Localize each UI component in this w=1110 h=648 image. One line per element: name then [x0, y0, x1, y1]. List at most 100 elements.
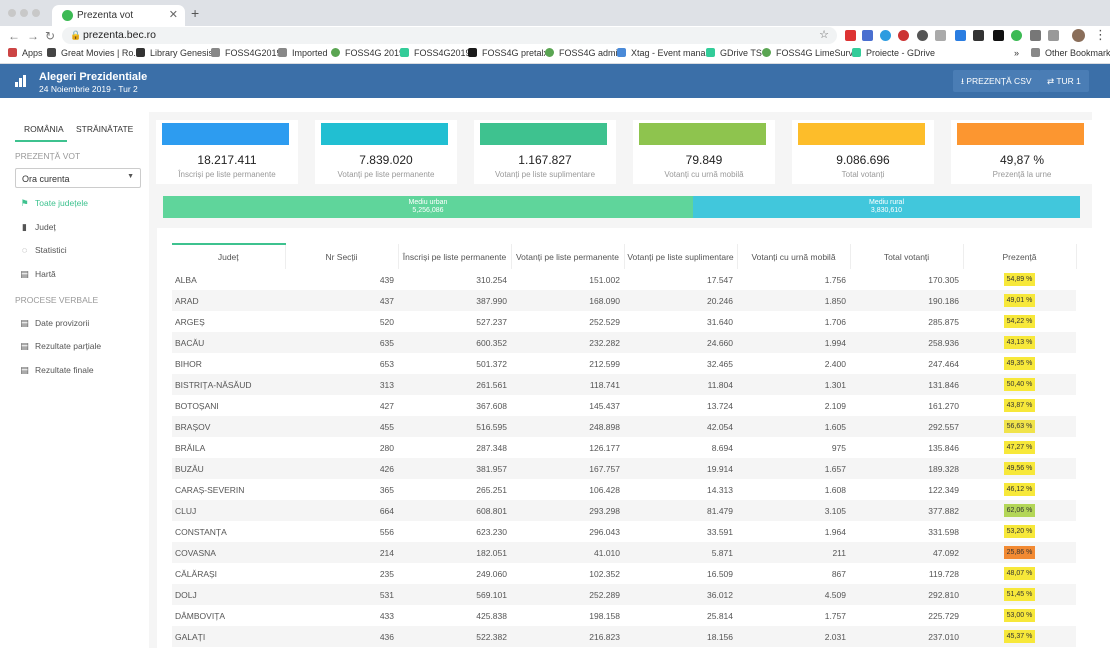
bookmarks-overflow-button[interactable]: » — [1014, 48, 1019, 58]
extension-icon[interactable] — [1030, 30, 1041, 41]
stat-card-registered: 18.217.411 Înscriși pe liste permanente — [156, 120, 298, 184]
table-cell: GALAȚI — [172, 626, 285, 647]
turnout-badge: 43,13 % — [1004, 336, 1035, 349]
bookmark-item[interactable]: GDrive TS — [706, 48, 762, 58]
new-tab-icon[interactable]: + — [191, 5, 199, 21]
back-icon[interactable]: ← — [8, 29, 20, 43]
extension-icon[interactable] — [1011, 30, 1022, 41]
extension-icon[interactable] — [955, 30, 966, 41]
table-row[interactable]: DOLJ 531 569.101 252.289 36.012 4.509 292.810 5… — [172, 584, 1076, 605]
bookmark-item[interactable]: FOSS4G admin — [545, 48, 623, 58]
extension-icon[interactable] — [862, 30, 873, 41]
table-row[interactable]: BUZĂU 426 381.957 167.757 19.914 1.657 189.328… — [172, 458, 1076, 479]
maximize-window-button[interactable] — [32, 9, 40, 17]
extension-icon[interactable] — [898, 30, 909, 41]
browser-tab[interactable]: Prezenta vot ✕ — [52, 5, 185, 26]
column-header-sections[interactable]: Nr Secții — [285, 244, 399, 269]
tab-romania[interactable]: ROMÂNIA — [24, 124, 64, 134]
sidebar-item-final-results[interactable]: ▤ Rezultate finale — [20, 365, 93, 376]
bookmark-item[interactable]: FOSS4G 2019 — [331, 48, 404, 58]
table-cell: 600.352 — [398, 332, 511, 353]
close-window-button[interactable] — [8, 9, 16, 17]
bookmark-item[interactable]: Great Movies | Ro... — [47, 48, 141, 58]
forward-icon[interactable]: → — [27, 29, 39, 43]
bookmark-label: GDrive TS — [720, 48, 762, 58]
column-header-permanent-voters[interactable]: Votanți pe liste permanente — [511, 244, 625, 269]
turnout-cell: 54,22 % — [963, 311, 1076, 332]
bookmark-item[interactable]: FOSS4G pretalx — [468, 48, 548, 58]
time-select[interactable]: Ora curenta ▼ — [15, 168, 141, 188]
export-csv-button[interactable]: ⭳ PREZENȚĂ CSV — [953, 70, 1040, 92]
table-row[interactable]: BISTRIȚA-NĂSĂUD 313 261.561 118.741 11.804 1.… — [172, 374, 1076, 395]
column-header-total-voters[interactable]: Total votanți — [850, 244, 964, 269]
table-cell: BUZĂU — [172, 458, 285, 479]
sidebar-item-all-counties[interactable]: ⚑ Toate județele — [20, 198, 87, 209]
bookmark-item[interactable]: Proiecte - GDrive — [852, 48, 935, 58]
extension-icon[interactable] — [935, 30, 946, 41]
table-row[interactable]: GALAȚI 436 522.382 216.823 18.156 2.031 237.01… — [172, 626, 1076, 647]
table-row[interactable]: ARAD 437 387.990 168.090 20.246 1.850 190.186 4… — [172, 290, 1076, 311]
sidebar-item-partial-results[interactable]: ▤ Rezultate parțiale — [20, 341, 101, 352]
bookmark-item[interactable]: Library Genesis — [136, 48, 213, 58]
other-bookmarks-folder[interactable]: Other Bookmarks — [1031, 48, 1110, 58]
sidebar-item-provisional[interactable]: ▤ Date provizorii — [20, 318, 89, 329]
bookmark-item[interactable]: FOSS4G2019 — [400, 48, 471, 58]
bookmark-star-icon[interactable]: ☆ — [819, 28, 829, 41]
reload-icon[interactable]: ↻ — [45, 29, 55, 43]
table-row[interactable]: DÂMBOVIȚA 433 425.838 198.158 25.814 1.757 225… — [172, 605, 1076, 626]
sidebar-item-label: Hartă — [35, 269, 56, 279]
table-cell: 265.251 — [476, 484, 507, 495]
table-row[interactable]: COVASNA 214 182.051 41.010 5.871 211 47.092 25,… — [172, 542, 1076, 563]
table-row[interactable]: CARAȘ-SEVERIN 365 265.251 106.428 14.313 1.60… — [172, 479, 1076, 500]
sidebar-item-map[interactable]: ▤ Hartă — [20, 269, 56, 280]
bookmark-item[interactable]: Xtag - Event mana... — [617, 48, 713, 58]
turnout-badge: 62,06 % — [1004, 504, 1035, 517]
column-header-county[interactable]: Județ — [172, 243, 286, 269]
extension-icon[interactable] — [973, 30, 984, 41]
round-switch-button[interactable]: ⇄ TUR 1 — [1039, 70, 1089, 92]
table-cell: 102.352 — [589, 568, 620, 579]
table-cell: 387.990 — [398, 290, 511, 311]
column-header-registered[interactable]: Înscriși pe liste permanente — [398, 244, 512, 269]
minimize-window-button[interactable] — [20, 9, 28, 17]
bookmark-folder[interactable]: FOSS4G2019 — [211, 48, 282, 58]
table-row[interactable]: CONSTANȚA 556 623.230 296.043 33.591 1.964 331… — [172, 521, 1076, 542]
column-header-supplementary-voters[interactable]: Votanți pe liste suplimentare — [624, 244, 738, 269]
address-bar[interactable]: 🔒 prezenta.bec.ro ☆ — [62, 27, 837, 44]
table-row[interactable]: BRAȘOV 455 516.595 248.898 42.054 1.605 292.55… — [172, 416, 1076, 437]
table-cell: 36.012 — [624, 584, 737, 605]
card-color-bar — [162, 123, 289, 145]
table-row[interactable]: ALBA 439 310.254 151.002 17.547 1.756 170.305 5… — [172, 269, 1076, 290]
table-row[interactable]: BOTOȘANI 427 367.608 145.437 13.724 2.109 161.… — [172, 395, 1076, 416]
table-row[interactable]: BRĂILA 280 287.348 126.177 8.694 975 135.846 47… — [172, 437, 1076, 458]
table-cell: 439 — [379, 274, 394, 285]
extension-icon[interactable] — [917, 30, 928, 41]
extension-icon[interactable] — [993, 30, 1004, 41]
table-row[interactable]: CĂLĂRAȘI 235 249.060 102.352 16.509 867 119.72… — [172, 563, 1076, 584]
bookmark-item[interactable]: FOSS4G LimeSurv... — [762, 48, 860, 58]
table-row[interactable]: ARGEȘ 520 527.237 252.529 31.640 1.706 285.875… — [172, 311, 1076, 332]
tab-strainatate[interactable]: STRĂINĂTATE — [76, 124, 133, 134]
profile-avatar[interactable] — [1072, 29, 1085, 42]
sidebar-item-statistics[interactable]: ◌ Statistici — [20, 245, 67, 255]
extension-icon[interactable] — [845, 30, 856, 41]
table-row[interactable]: BIHOR 653 501.372 212.599 32.465 2.400 247.464… — [172, 353, 1076, 374]
table-row[interactable]: CLUJ 664 608.801 293.298 81.479 3.105 377.882 6… — [172, 500, 1076, 521]
table-cell: CARAȘ-SEVERIN — [175, 484, 245, 495]
close-tab-icon[interactable]: ✕ — [169, 8, 178, 21]
column-header-turnout[interactable]: Prezență — [963, 244, 1077, 269]
browser-menu-icon[interactable]: ⋮ — [1094, 27, 1107, 43]
column-header-mobile-voters[interactable]: Votanți cu urnă mobilă — [737, 244, 851, 269]
table-cell: 13.724 — [707, 400, 733, 411]
bookmark-apps[interactable]: Apps — [8, 48, 43, 58]
bookmark-folder[interactable]: Imported — [278, 48, 328, 58]
turnout-cell: 53,00 % — [963, 605, 1076, 626]
extension-icon[interactable] — [880, 30, 891, 41]
urban-label: Mediu urban — [408, 199, 448, 206]
table-cell: 433 — [379, 610, 394, 621]
extension-icon[interactable] — [1048, 30, 1059, 41]
table-row[interactable]: BACĂU 635 600.352 232.282 24.660 1.994 258.936… — [172, 332, 1076, 353]
sidebar-item-county[interactable]: ▮ Județ — [20, 222, 56, 233]
document-icon: ▤ — [20, 365, 29, 375]
section-header-vote: PREZENȚĂ VOT — [15, 151, 81, 161]
